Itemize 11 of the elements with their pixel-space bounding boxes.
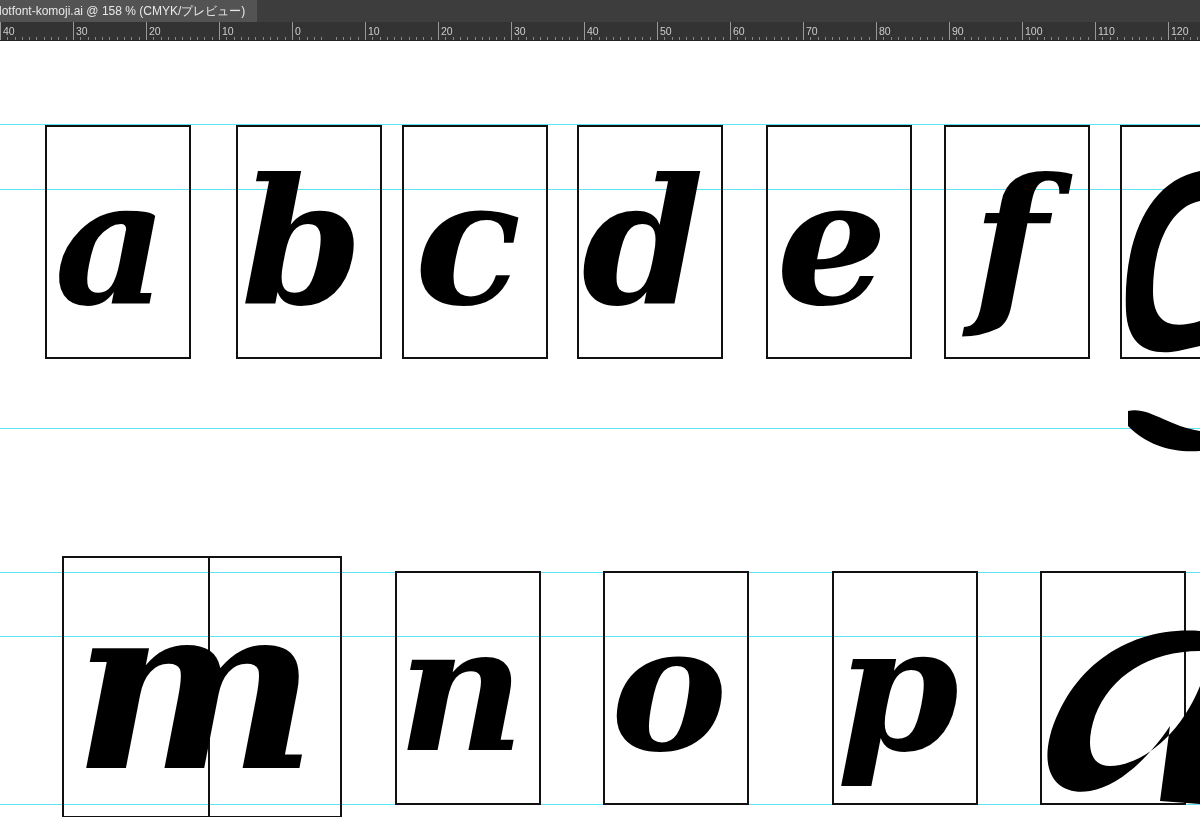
document-tab[interactable]: lotfont-komoji.ai @ 158 % (CMYK/プレビュー) xyxy=(0,0,258,22)
glyph: a xyxy=(45,125,191,359)
glyph: e xyxy=(766,125,912,359)
glyph: c xyxy=(402,125,548,359)
glyph: f xyxy=(944,125,1090,359)
glyph: p xyxy=(832,571,978,805)
glyph: n xyxy=(395,571,541,805)
glyph: o xyxy=(603,571,749,805)
glyph: d xyxy=(577,125,723,359)
ruler-label: 120 xyxy=(1168,22,1200,40)
glyph: b xyxy=(236,125,382,359)
